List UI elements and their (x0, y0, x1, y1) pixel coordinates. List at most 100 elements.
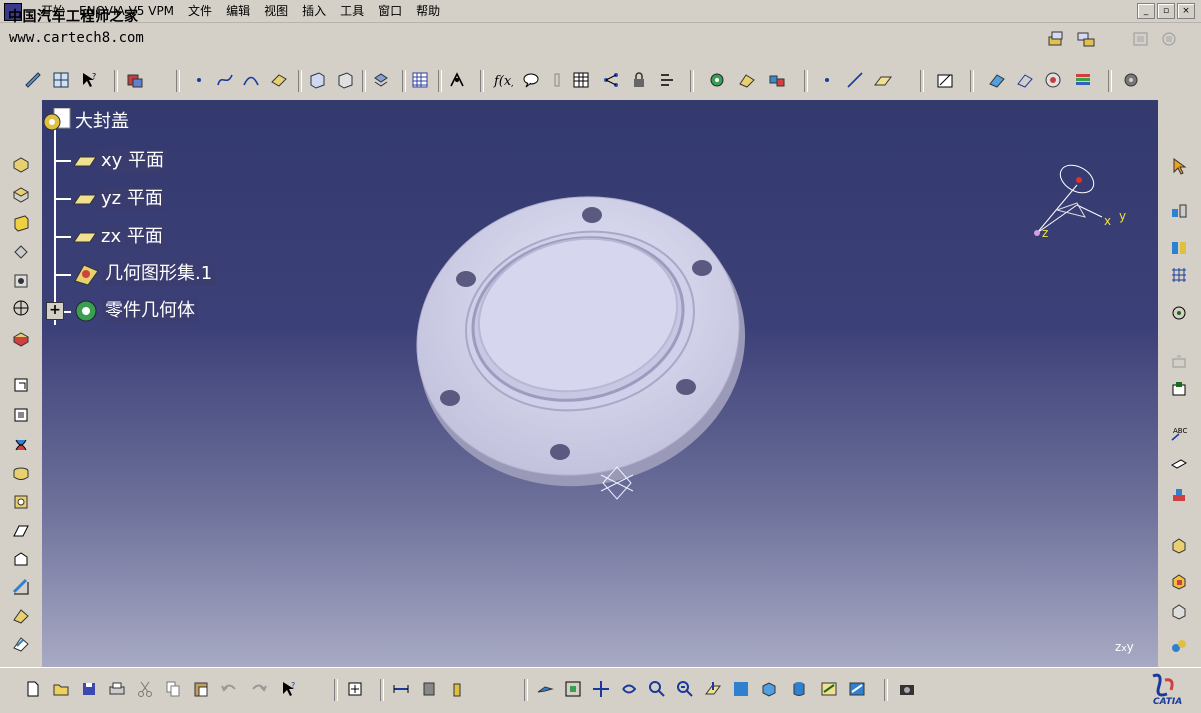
view-front-icon[interactable] (306, 69, 328, 91)
thickness-icon[interactable] (10, 491, 32, 513)
spline-icon[interactable] (214, 69, 236, 91)
rotate-icon[interactable] (618, 678, 640, 700)
view-back-icon[interactable] (334, 69, 356, 91)
pad-icon[interactable] (10, 153, 32, 175)
draft-icon[interactable] (10, 434, 32, 456)
point-wire-icon[interactable] (816, 69, 838, 91)
select-arrow-icon[interactable] (1168, 155, 1190, 177)
menu-insert[interactable]: 插入 (295, 3, 333, 19)
catalog-icon[interactable] (124, 69, 146, 91)
minimize-button[interactable]: _ (1137, 3, 1155, 19)
settings-gear-icon[interactable] (1120, 69, 1142, 91)
knowledge-tree-icon[interactable] (600, 69, 622, 91)
context-help-icon[interactable]: ? (278, 678, 300, 700)
lock-icon[interactable] (628, 69, 650, 91)
workbench-switch-icon[interactable] (1075, 28, 1097, 50)
workbench-icon[interactable] (1045, 28, 1067, 50)
copy-icon[interactable] (162, 678, 184, 700)
layers-icon[interactable] (1072, 69, 1094, 91)
shaft-icon[interactable] (10, 212, 32, 234)
thick-surface-icon[interactable] (10, 605, 32, 627)
3d-viewport[interactable]: 大封盖 xy 平面 yz 平面 zx 平面 几何图形集.1 + 零件几何体 y … (42, 100, 1158, 667)
pocket-icon[interactable] (10, 183, 32, 205)
thread-icon[interactable] (10, 520, 32, 542)
iso-view-icon[interactable] (758, 678, 780, 700)
cut-icon[interactable] (134, 678, 156, 700)
shading-icon[interactable] (986, 69, 1008, 91)
apply-material-icon[interactable] (1168, 484, 1190, 506)
hole-icon[interactable] (10, 270, 32, 292)
swap-visible-icon[interactable] (846, 678, 868, 700)
close-button[interactable]: × (1177, 3, 1195, 19)
3d-compass[interactable]: y x z (1027, 155, 1147, 245)
hide-show-icon[interactable] (818, 678, 840, 700)
flange-part-model[interactable] (42, 100, 1158, 667)
wireframe-icon[interactable] (1014, 69, 1036, 91)
measure-item-icon[interactable] (1168, 378, 1190, 400)
whats-this-icon[interactable]: ? (78, 69, 100, 91)
tree-item-xy-plane[interactable]: xy 平面 (72, 149, 168, 173)
menu-window[interactable]: 窗口 (371, 3, 409, 19)
fly-mode-icon[interactable] (534, 678, 556, 700)
split-icon[interactable] (10, 576, 32, 598)
parameter-icon[interactable] (546, 69, 568, 91)
new-file-icon[interactable] (22, 678, 44, 700)
analysis-icon[interactable] (446, 69, 468, 91)
sketch-edit-icon[interactable] (934, 69, 956, 91)
slot-icon[interactable] (10, 327, 32, 349)
undo-icon[interactable] (218, 678, 240, 700)
redo-icon[interactable] (248, 678, 270, 700)
menu-view[interactable]: 视图 (257, 3, 295, 19)
arc-surface-icon[interactable] (240, 69, 262, 91)
capture-camera-icon[interactable] (896, 678, 918, 700)
rib-icon[interactable] (10, 297, 32, 319)
menu-edit[interactable]: 编辑 (219, 3, 257, 19)
shading-mode-icon[interactable] (788, 678, 810, 700)
zoom-in-icon[interactable] (646, 678, 668, 700)
remove-face-icon[interactable] (10, 548, 32, 570)
print-icon[interactable] (106, 678, 128, 700)
chamfer-icon[interactable] (10, 404, 32, 426)
part-design-gear-icon[interactable] (706, 69, 728, 91)
tree-item-yz-plane[interactable]: yz 平面 (72, 187, 166, 211)
gsd-workbench-icon[interactable] (736, 69, 758, 91)
menu-help[interactable]: 帮助 (409, 3, 447, 19)
table-grid-icon[interactable] (409, 69, 431, 91)
measure-inertia-icon[interactable] (418, 678, 440, 700)
snap-icon[interactable] (1168, 302, 1190, 324)
sketcher-icon[interactable] (22, 69, 44, 91)
union-trim-icon[interactable] (1168, 600, 1190, 622)
mass-icon[interactable] (446, 678, 468, 700)
multiview-icon[interactable] (370, 69, 392, 91)
save-icon[interactable] (78, 678, 100, 700)
edge-fillet-icon[interactable] (10, 374, 32, 396)
normal-view-icon[interactable] (702, 678, 724, 700)
close-surface-icon[interactable] (10, 633, 32, 655)
zoom-out-icon[interactable] (674, 678, 696, 700)
relations-icon[interactable] (656, 69, 678, 91)
annotation-text-icon[interactable]: ABC (1168, 422, 1190, 444)
constraint-icon[interactable] (1168, 200, 1190, 222)
menu-file[interactable]: 文件 (181, 3, 219, 19)
remove-lump-icon[interactable] (1168, 635, 1190, 657)
groove-icon[interactable] (10, 241, 32, 263)
point-icon[interactable] (188, 69, 210, 91)
tree-item-geometric-set[interactable]: 几何图形集.1 (72, 262, 216, 286)
paste-icon[interactable] (190, 678, 212, 700)
contact-constraint-icon[interactable] (1168, 236, 1190, 258)
tree-item-part-body[interactable]: 零件几何体 (72, 299, 198, 323)
restore-button[interactable]: ▫ (1157, 3, 1175, 19)
comment-icon[interactable] (520, 69, 542, 91)
multi-view-icon[interactable] (730, 678, 752, 700)
assembly-icon[interactable] (766, 69, 788, 91)
part-product-icon[interactable] (1168, 534, 1190, 556)
line-icon[interactable] (844, 69, 866, 91)
design-table-icon[interactable] (570, 69, 592, 91)
tree-root[interactable]: 大封盖 (42, 108, 132, 134)
tree-item-zx-plane[interactable]: zx 平面 (72, 225, 166, 249)
measure-between-icon[interactable] (390, 678, 412, 700)
grid-sketch-icon[interactable] (50, 69, 72, 91)
menu-tools[interactable]: 工具 (333, 3, 371, 19)
extrude-surface-icon[interactable] (268, 69, 290, 91)
pan-icon[interactable] (590, 678, 612, 700)
